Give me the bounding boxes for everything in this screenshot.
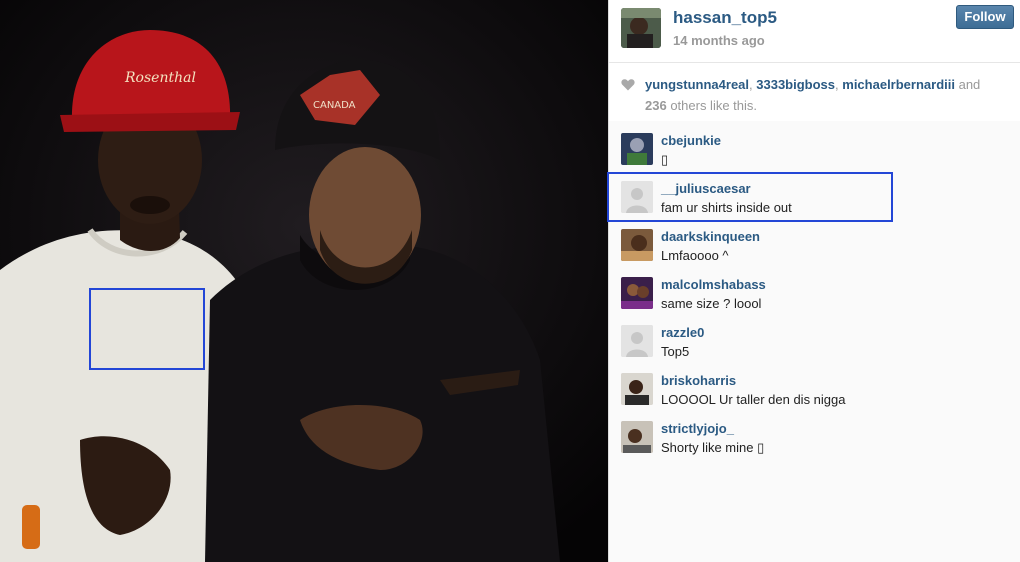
post-header: hassan_top5 14 months ago Follow [609,0,1020,60]
comment-item: strictlyjojo_ Shorty like mine ▯ [621,409,1001,455]
comment-username[interactable]: cbejunkie [661,133,721,148]
author-avatar[interactable] [621,8,661,48]
avatar-photo [621,277,653,309]
photo-image: Rosenthal CANADA [0,0,608,562]
comment-item: daarkskinqueen Lmfaoooo ^ [621,217,1001,263]
comment-username[interactable]: briskoharris [661,373,736,388]
likes-count[interactable]: 236 [645,98,667,113]
comment-item: cbejunkie ▯ [621,121,1001,167]
liker-username[interactable]: michaelrbernardiii [842,77,955,92]
commenter-avatar[interactable] [621,421,653,453]
author-avatar-image [621,8,661,48]
comment-item: briskoharris LOOOOL Ur taller den dis ni… [621,361,1001,407]
commenter-avatar[interactable] [621,373,653,405]
avatar-photo [621,229,653,261]
commenter-avatar[interactable] [621,229,653,261]
liker-username[interactable]: 3333bigboss [756,77,835,92]
likes-text: yungstunna4real, 3333bigboss, michaelrbe… [645,74,1005,116]
comment-text: Lmfaoooo ^ [661,248,729,263]
commenter-avatar[interactable] [621,325,653,357]
comment-text: Top5 [661,344,690,359]
svg-text:CANADA: CANADA [313,100,356,111]
shirt-label-highlight [89,288,205,370]
default-avatar-icon [621,325,653,357]
comment-item: malcolmshabass same size ? loool [621,265,1001,311]
comment-text: same size ? loool [661,296,762,311]
comment-username[interactable]: strictlyjojo_ [661,421,734,436]
post-photo: Rosenthal CANADA [0,0,608,562]
likes-suffix: others like this. [666,98,758,113]
avatar-photo [621,421,653,453]
liker-username[interactable]: yungstunna4real [645,77,749,92]
post-details-panel: hassan_top5 14 months ago Follow yungstu… [608,0,1020,562]
heart-icon[interactable] [621,78,635,91]
comment-text: ▯ [661,152,669,167]
comment-username[interactable]: malcolmshabass [661,277,766,292]
comment-username[interactable]: razzle0 [661,325,704,340]
post-timestamp: 14 months ago [673,33,765,48]
comment-username[interactable]: daarkskinqueen [661,229,760,244]
avatar-photo [621,133,653,165]
commenter-avatar[interactable] [621,277,653,309]
likes-and: and [954,77,981,92]
comment-text: Shorty like mine ▯ [661,440,765,455]
comment-highlight-box [607,172,893,222]
commenter-avatar[interactable] [621,133,653,165]
header-divider [609,62,1020,63]
svg-text:Rosenthal: Rosenthal [124,70,196,86]
follow-button[interactable]: Follow [956,5,1014,29]
comment-text: LOOOOL Ur taller den dis nigga [661,392,846,407]
author-username[interactable]: hassan_top5 [673,8,777,28]
avatar-photo [621,373,653,405]
comment-item: razzle0 Top5 [621,313,1001,359]
